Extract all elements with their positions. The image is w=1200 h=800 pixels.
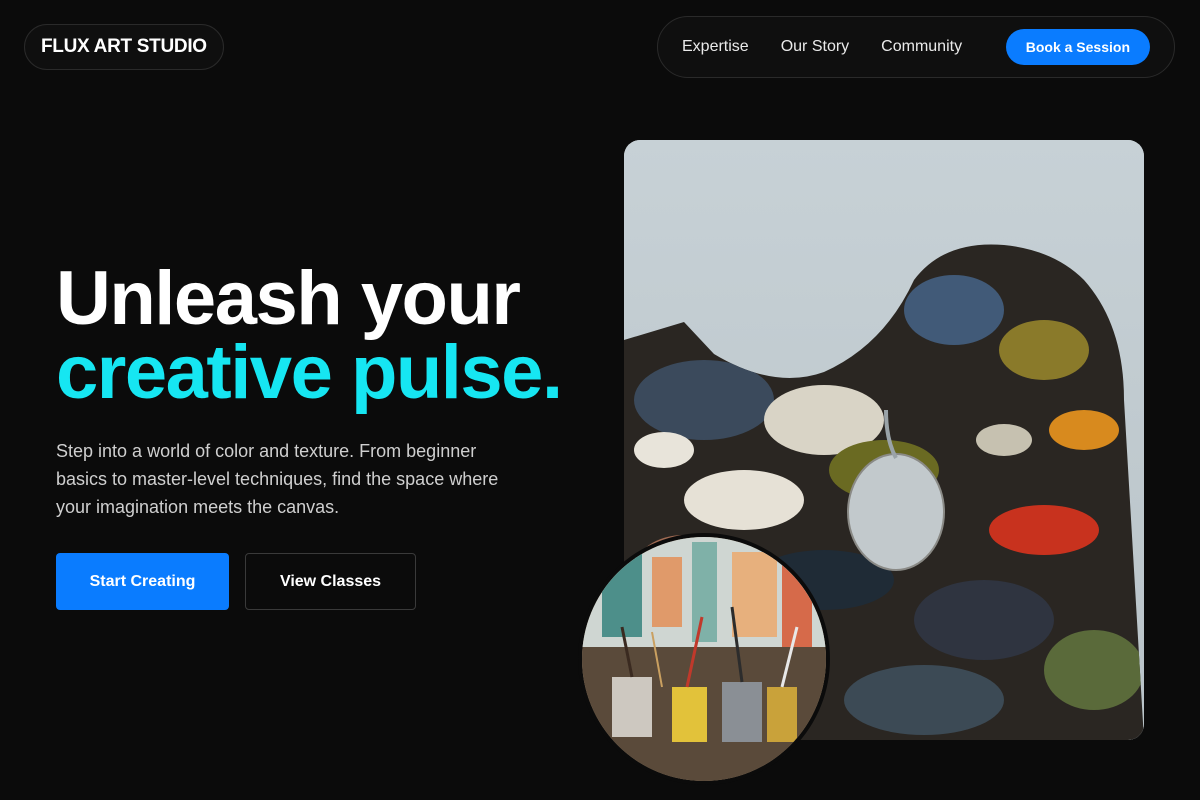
hero-title-line2: creative pulse.: [56, 330, 563, 415]
book-session-button[interactable]: Book a Session: [1005, 29, 1150, 65]
view-classes-button[interactable]: View Classes: [245, 553, 416, 610]
nav-link-expertise[interactable]: Expertise: [682, 38, 749, 56]
hero-description: Step into a world of color and texture. …: [56, 441, 499, 517]
page: FLUX ART STUDIO Expertise Our Story Comm…: [0, 0, 1200, 800]
nav-link-our-story[interactable]: Our Story: [781, 38, 849, 56]
hero-title-line1: Unleash your: [56, 256, 521, 341]
brand-logo[interactable]: FLUX ART STUDIO: [24, 24, 224, 70]
brand-name: FLUX ART STUDIO: [41, 36, 207, 57]
art-brushes-image: [578, 533, 830, 785]
hero-title: Unleash your creative pulse.: [56, 256, 563, 415]
start-creating-button[interactable]: Start Creating: [56, 553, 229, 610]
main-nav: Expertise Our Story Community Book a Ses…: [657, 16, 1175, 78]
nav-link-community[interactable]: Community: [881, 38, 962, 56]
